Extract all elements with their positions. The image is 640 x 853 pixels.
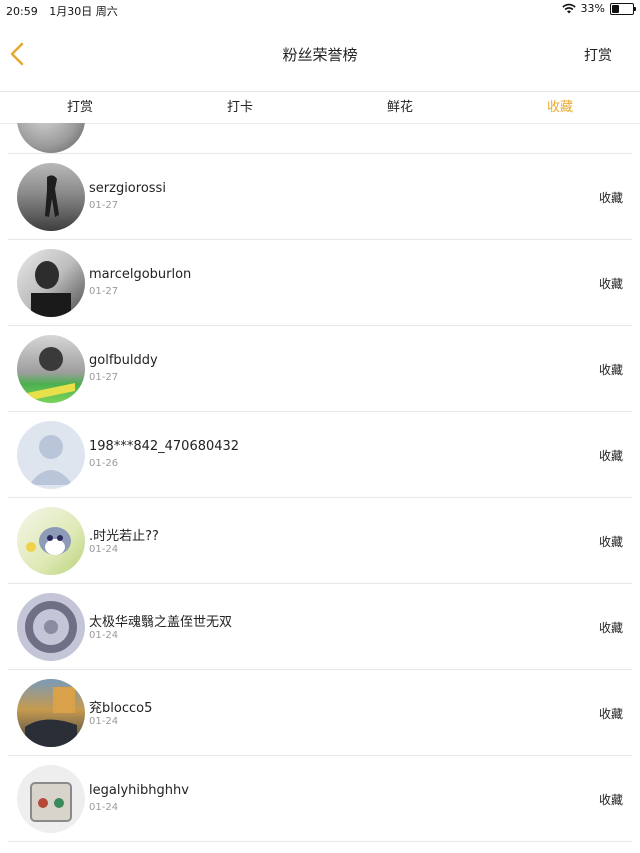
action-tag: 收藏: [598, 707, 623, 721]
user-name: 太极华魂翳之盖侄世无双: [89, 615, 233, 630]
user-name: serzgiorossi: [89, 181, 166, 196]
fan-list[interactable]: serzgiorossi 01-27 收藏 marcelgoburlon 01-…: [0, 123, 640, 853]
tab-reward[interactable]: 打赏: [0, 92, 160, 123]
user-name: golfbulddy: [89, 353, 158, 368]
list-item[interactable]: marcelgoburlon 01-27 收藏: [8, 240, 632, 326]
status-right: 33%: [561, 2, 636, 15]
avatar: [17, 765, 85, 833]
battery-icon: [610, 2, 636, 15]
tab-favorites[interactable]: 收藏: [480, 92, 640, 123]
status-bar: 20:59 1月30日 周六 33%: [0, 0, 640, 18]
status-time: 20:59: [6, 5, 38, 18]
action-tag: 收藏: [598, 363, 623, 377]
battery-fill: [612, 4, 619, 13]
list-item[interactable]: 太极华魂翳之盖侄世无双 01-24 收藏: [8, 584, 632, 670]
avatar: [17, 679, 85, 747]
avatar: [17, 593, 85, 661]
avatar: [17, 335, 85, 403]
avatar: [17, 249, 85, 317]
item-date: 01-24: [89, 802, 119, 813]
action-tag: 收藏: [598, 449, 623, 463]
action-tag: 收藏: [598, 793, 623, 807]
item-date: 01-27: [89, 200, 119, 211]
list-item[interactable]: golfbulddy 01-27 收藏: [8, 326, 632, 412]
status-left: 20:59 1月30日 周六: [6, 3, 126, 19]
status-date: 1月30日 周六: [49, 5, 118, 18]
wifi-icon: [561, 3, 576, 14]
user-name: marcelgoburlon: [89, 267, 192, 282]
user-name: legalyhibhghhv: [89, 783, 189, 798]
user-name: 兖blocco5: [89, 701, 153, 716]
page-title: 粉丝荣誉榜: [282, 46, 358, 64]
battery-percent: 33%: [580, 2, 605, 15]
reward-button[interactable]: 打赏: [584, 45, 612, 65]
tab-flowers[interactable]: 鲜花: [320, 92, 480, 123]
list-item[interactable]: .时光若止?? 01-24 收藏: [8, 498, 632, 584]
avatar: [17, 507, 85, 575]
list-item[interactable]: 兖blocco5 01-24 收藏: [8, 670, 632, 756]
item-date: 01-27: [89, 286, 119, 297]
item-date: 01-24: [89, 630, 119, 641]
avatar: [17, 163, 85, 231]
list-item[interactable]: 198***842_470680432 01-26 收藏: [8, 412, 632, 498]
nav-bar: 粉丝荣誉榜 打赏: [0, 18, 640, 90]
list-item-partial[interactable]: [8, 123, 632, 154]
item-date: 01-26: [89, 458, 119, 469]
tab-bar: 打赏 打卡 鲜花 收藏: [0, 91, 640, 124]
action-tag: 收藏: [598, 277, 623, 291]
item-date: 01-27: [89, 372, 119, 383]
item-date: 01-24: [89, 716, 119, 727]
action-tag: 收藏: [598, 621, 623, 635]
list-item[interactable]: serzgiorossi 01-27 收藏: [8, 154, 632, 240]
user-name: .时光若止??: [89, 529, 159, 544]
avatar: [17, 421, 85, 489]
item-date: 01-24: [89, 544, 119, 555]
action-tag: 收藏: [598, 535, 623, 549]
avatar: [17, 123, 85, 153]
user-name: 198***842_470680432: [89, 439, 240, 454]
tab-checkin[interactable]: 打卡: [160, 92, 320, 123]
action-tag: 收藏: [598, 191, 623, 205]
list-item[interactable]: legalyhibhghhv 01-24 收藏: [8, 756, 632, 842]
